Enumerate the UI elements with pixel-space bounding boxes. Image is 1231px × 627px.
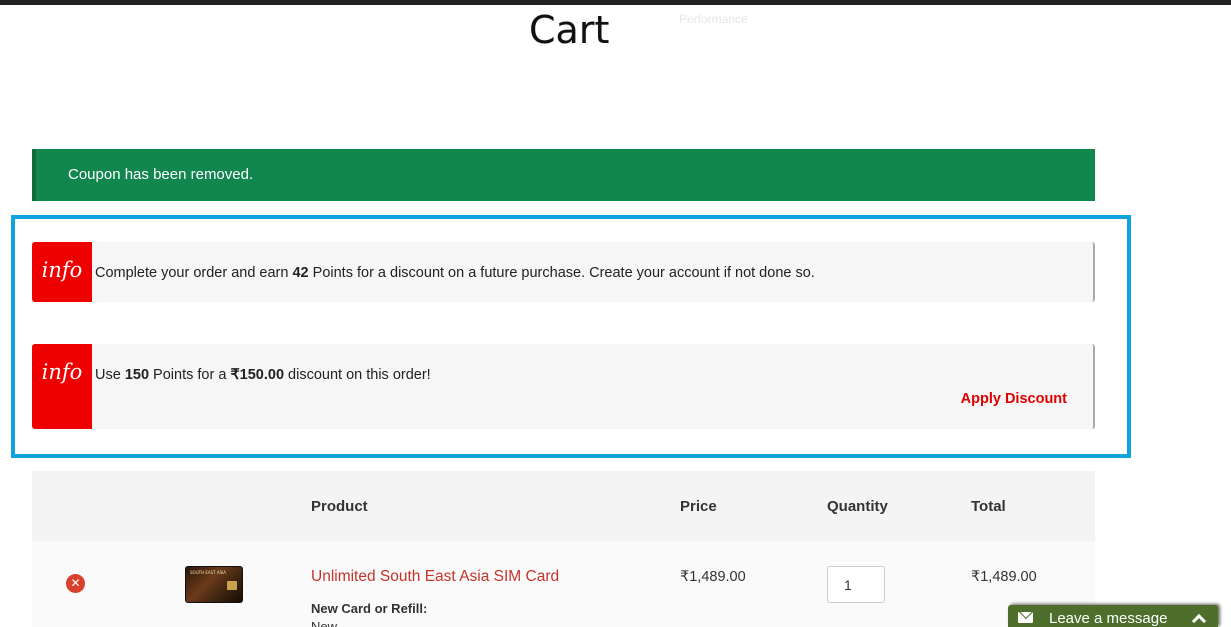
item-price: ₹1,489.00	[680, 569, 746, 585]
column-header-quantity: Quantity	[827, 498, 888, 515]
top-bar	[0, 0, 1231, 5]
leave-message-label: Leave a message	[1049, 610, 1168, 627]
quantity-input[interactable]	[827, 566, 885, 603]
remove-item-icon[interactable]: ✕	[66, 574, 85, 593]
table-row: ✕ SOUTH EAST ASIA Unlimited South East A…	[32, 541, 1095, 627]
variation-value: New	[311, 619, 338, 627]
redeem-points-count: 150	[124, 367, 150, 383]
redeem-points-text: Use 150 Points for a ₹150.00 discount on…	[95, 367, 431, 383]
thumbnail-caption: SOUTH EAST ASIA	[190, 570, 227, 575]
column-header-total: Total	[971, 498, 1006, 515]
success-message: Coupon has been removed.	[68, 166, 254, 183]
apply-discount-button[interactable]: Apply Discount	[961, 391, 1067, 407]
success-banner: Coupon has been removed.	[32, 149, 1095, 201]
redeem-points-notice: info Use 150 Points for a ₹150.00 discou…	[32, 344, 1095, 429]
info-badge: info	[32, 344, 92, 429]
performance-label: Performance	[679, 12, 748, 26]
earn-points-text: Complete your order and earn 42 Points f…	[95, 265, 815, 281]
variation-label: New Card or Refill:	[311, 601, 428, 616]
earn-points-count: 42	[292, 265, 309, 281]
cart-table: Product Price Quantity Total ✕ SOUTH EAS…	[32, 471, 1095, 627]
item-total: ₹1,489.00	[971, 569, 1037, 585]
leave-message-widget[interactable]: Leave a message	[1008, 605, 1218, 627]
info-badge: info	[32, 242, 92, 302]
discount-amount: ₹150.00	[230, 367, 285, 383]
column-header-price: Price	[680, 498, 717, 515]
cart-table-header: Product Price Quantity Total	[32, 471, 1095, 541]
sim-chip-icon	[227, 581, 237, 590]
earn-points-notice: info Complete your order and earn 42 Poi…	[32, 242, 1095, 302]
chevron-up-icon[interactable]	[1191, 613, 1207, 627]
product-name-link[interactable]: Unlimited South East Asia SIM Card	[311, 568, 559, 586]
page-title: Cart	[529, 8, 610, 52]
envelope-icon	[1018, 612, 1033, 623]
column-header-product: Product	[311, 498, 368, 515]
product-thumbnail[interactable]: SOUTH EAST ASIA	[185, 566, 243, 603]
